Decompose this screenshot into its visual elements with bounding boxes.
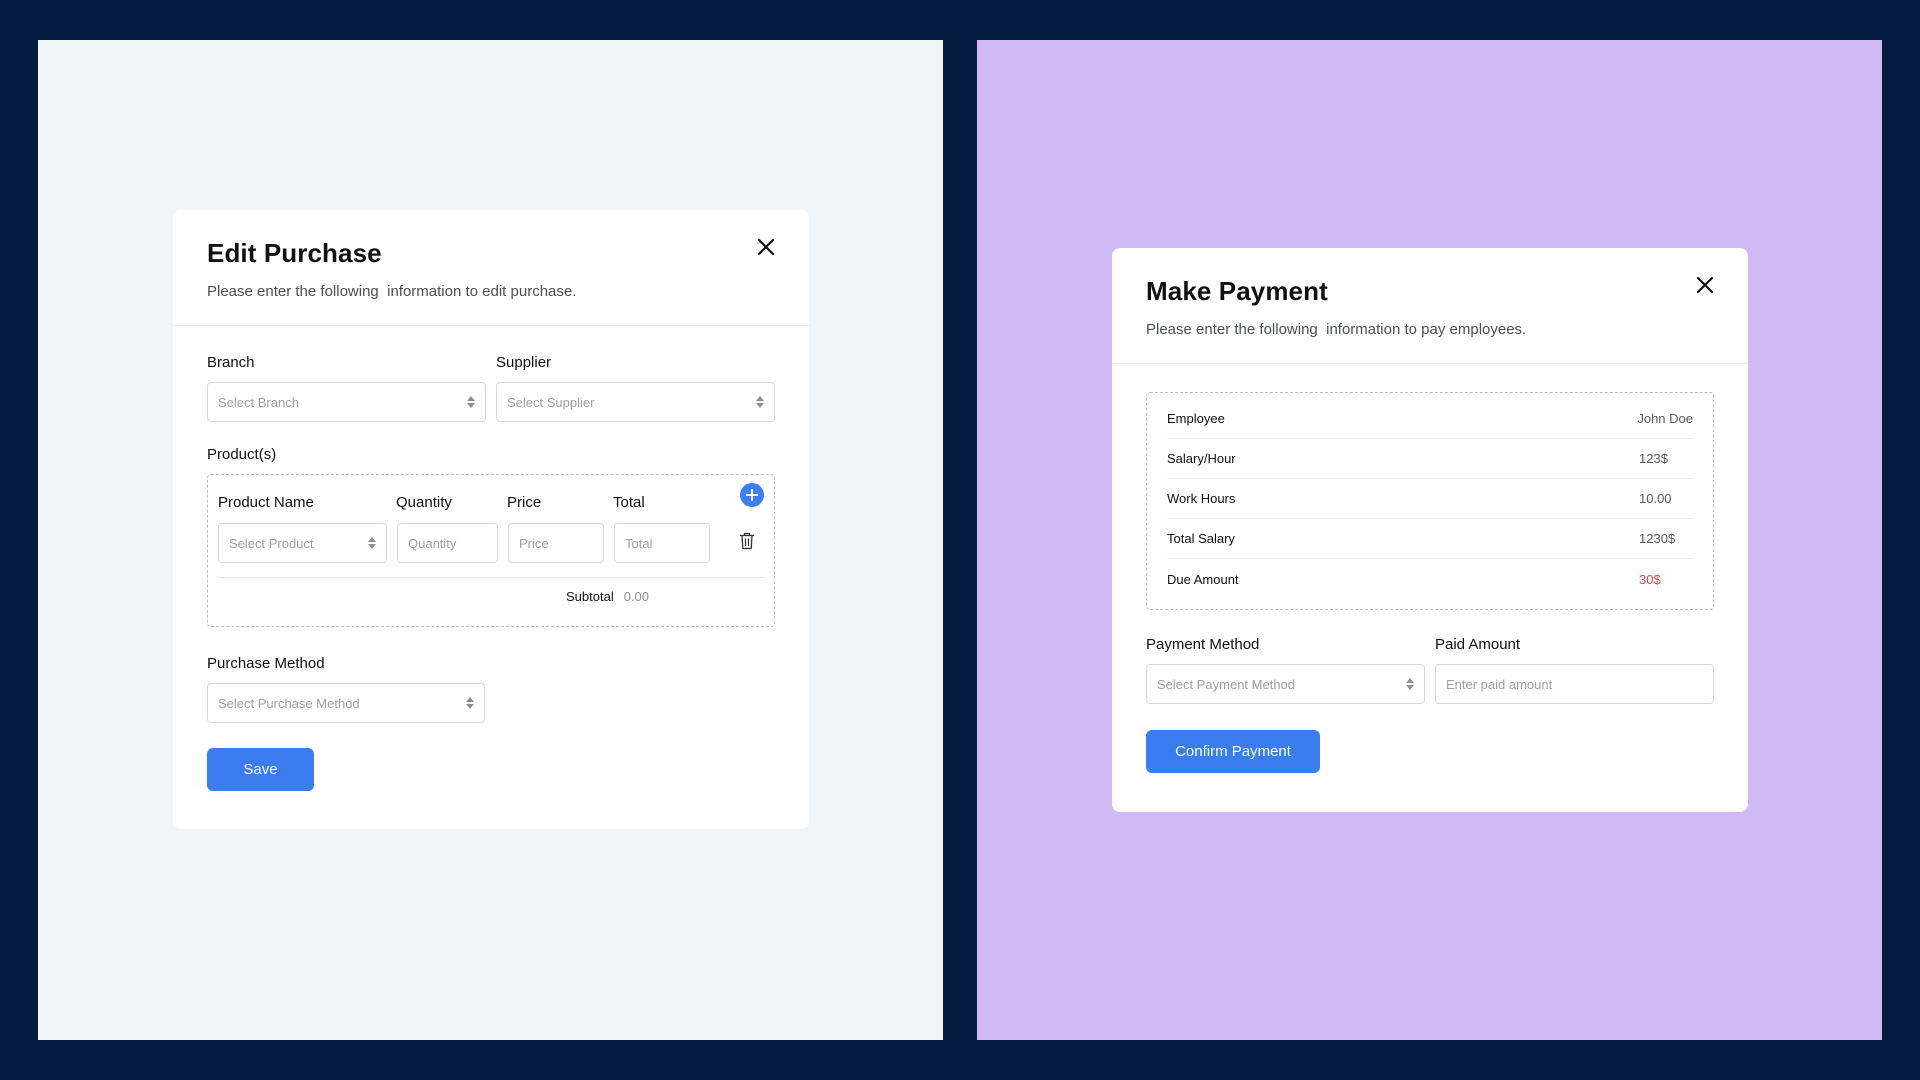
purchase-method-placeholder: Select Purchase Method: [218, 695, 360, 711]
sort-arrows-icon: [466, 697, 474, 709]
paid-amount-input[interactable]: Enter paid amount: [1435, 664, 1714, 704]
branch-select[interactable]: Select Branch: [207, 382, 486, 422]
total-input[interactable]: Total: [614, 523, 710, 563]
modal-header: Edit Purchase Please enter the following…: [173, 210, 809, 326]
payment-method-select[interactable]: Select Payment Method: [1146, 664, 1425, 704]
paid-amount-field: Paid Amount Enter paid amount: [1435, 636, 1714, 704]
quantity-placeholder: Quantity: [408, 535, 457, 551]
price-placeholder: Price: [519, 535, 549, 551]
detail-label: Employee: [1167, 411, 1225, 426]
close-icon: [1696, 276, 1714, 294]
branch-label: Branch: [207, 354, 255, 371]
detail-value: 1230$: [1639, 531, 1676, 546]
delete-product-button[interactable]: [739, 532, 755, 550]
subtotal-label: Subtotal: [566, 589, 614, 604]
products-label: Product(s): [207, 446, 277, 463]
modal-header: Make Payment Please enter the following …: [1112, 248, 1748, 364]
modal-title: Make Payment: [1146, 276, 1328, 306]
product-placeholder: Select Product: [229, 535, 314, 551]
modal-subtitle: Please enter the following information t…: [1146, 321, 1527, 338]
product-select[interactable]: Select Product: [218, 523, 387, 563]
paid-amount-placeholder: Enter paid amount: [1446, 676, 1553, 692]
detail-row-salary-hour: Salary/Hour 123$: [1167, 439, 1693, 479]
products-header: Product Name Quantity Price Total: [218, 491, 764, 513]
due-amount-value: 30$: [1639, 571, 1661, 587]
sort-arrows-icon: [467, 396, 475, 408]
modal-body: Employee John Doe Salary/Hour 123$ Work …: [1112, 364, 1748, 801]
column-quantity: Quantity: [396, 493, 452, 511]
subtotal: Subtotal 0.00: [566, 589, 649, 604]
purchase-method-select[interactable]: Select Purchase Method: [207, 683, 485, 723]
close-button[interactable]: [1692, 272, 1718, 298]
modal-body: Branch Select Branch Supplier Select Sup…: [173, 326, 809, 819]
sort-arrows-icon: [1406, 678, 1414, 690]
confirm-payment-button[interactable]: Confirm Payment: [1146, 730, 1320, 773]
purchase-method-label: Purchase Method: [207, 655, 325, 672]
detail-label: Total Salary: [1167, 531, 1235, 546]
make-payment-modal: Make Payment Please enter the following …: [1112, 248, 1748, 812]
modal-subtitle: Please enter the following information t…: [207, 283, 577, 300]
trash-icon: [740, 532, 754, 550]
branch-field: Branch Select Branch: [207, 354, 486, 422]
branch-placeholder: Select Branch: [218, 394, 299, 410]
detail-row-due-amount: Due Amount 30$: [1167, 559, 1693, 599]
make-payment-panel: Make Payment Please enter the following …: [977, 40, 1882, 1040]
column-total: Total: [613, 493, 645, 511]
close-button[interactable]: [753, 234, 779, 260]
payment-method-field: Payment Method Select Payment Method: [1146, 636, 1425, 704]
supplier-label: Supplier: [496, 354, 552, 371]
detail-label: Work Hours: [1167, 491, 1236, 506]
add-product-button[interactable]: [740, 483, 764, 507]
edit-purchase-panel: Edit Purchase Please enter the following…: [38, 40, 943, 1040]
quantity-input[interactable]: Quantity: [397, 523, 498, 563]
subtotal-value: 0.00: [623, 589, 650, 604]
price-input[interactable]: Price: [508, 523, 604, 563]
supplier-field: Supplier Select Supplier: [496, 354, 775, 422]
detail-value: John Doe: [1637, 411, 1693, 426]
detail-label: Due Amount: [1167, 571, 1239, 587]
edit-purchase-modal: Edit Purchase Please enter the following…: [173, 210, 809, 829]
supplier-select[interactable]: Select Supplier: [496, 382, 775, 422]
paid-amount-label: Paid Amount: [1435, 636, 1521, 653]
close-icon: [757, 238, 775, 256]
products-container: Product Name Quantity Price Total Select…: [207, 474, 775, 627]
products-divider: [218, 577, 764, 578]
payment-method-label: Payment Method: [1146, 636, 1260, 653]
product-row: Select Product Quantity Price Total: [218, 523, 764, 563]
payment-method-placeholder: Select Payment Method: [1157, 676, 1296, 692]
column-price: Price: [507, 493, 542, 511]
total-placeholder: Total: [625, 535, 653, 551]
sort-arrows-icon: [756, 396, 764, 408]
detail-row-employee: Employee John Doe: [1167, 399, 1693, 439]
detail-value: 10.00: [1639, 491, 1672, 506]
modal-title: Edit Purchase: [207, 238, 382, 268]
save-button[interactable]: Save: [207, 748, 314, 791]
purchase-method-field: Purchase Method Select Purchase Method: [207, 655, 485, 723]
supplier-placeholder: Select Supplier: [507, 394, 595, 410]
detail-value: 123$: [1639, 451, 1668, 466]
payment-details: Employee John Doe Salary/Hour 123$ Work …: [1146, 392, 1714, 610]
detail-label: Salary/Hour: [1167, 451, 1236, 466]
detail-row-work-hours: Work Hours 10.00: [1167, 479, 1693, 519]
column-product-name: Product Name: [218, 493, 314, 511]
sort-arrows-icon: [368, 537, 376, 549]
detail-row-total-salary: Total Salary 1230$: [1167, 519, 1693, 559]
